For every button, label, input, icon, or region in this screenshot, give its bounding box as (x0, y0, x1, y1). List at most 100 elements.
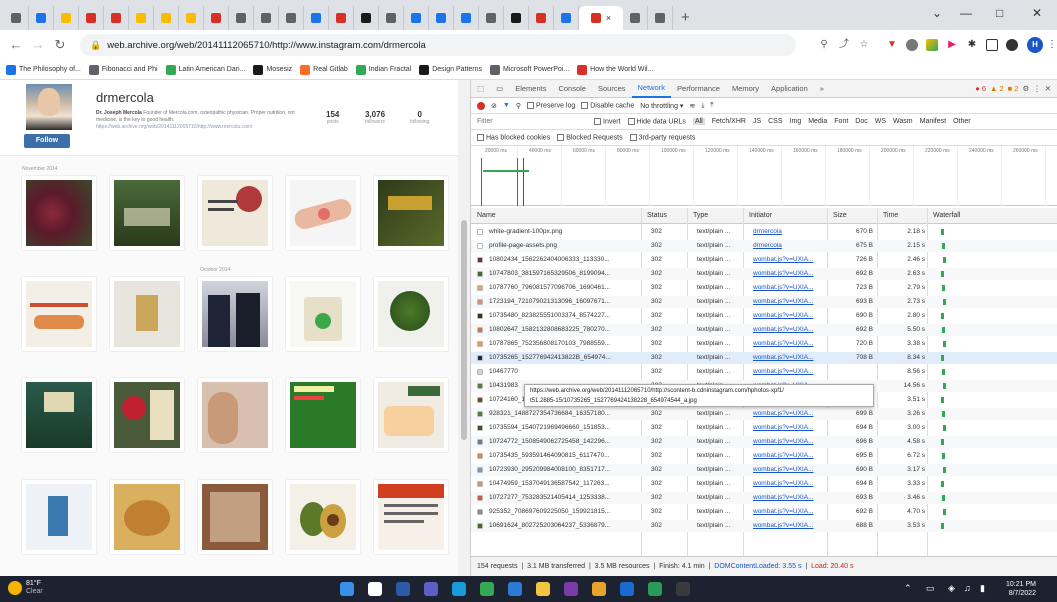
photo-tile[interactable] (286, 480, 360, 554)
table-row[interactable]: 10723930_295209984008100_8351717... 302 te… (471, 464, 1057, 476)
browser-tab[interactable] (154, 6, 179, 30)
tab-search-icon[interactable]: ⌄ (932, 6, 942, 20)
photo-tile[interactable] (374, 378, 448, 452)
photo-tile[interactable] (198, 480, 272, 554)
table-row[interactable]: 10691624_802725203064237_5336879... 302 te… (471, 520, 1057, 532)
share-icon[interactable]: ⤴ (838, 39, 850, 51)
cell-initiator[interactable]: wombat.js?v=UXIA... (753, 436, 825, 448)
col-time[interactable]: Time (883, 208, 898, 224)
cell-initiator[interactable]: wombat.js?v=UXIA... (753, 254, 825, 266)
table-row[interactable]: 10467770 302 text/plain ... wombat.js?v=UXI… (471, 366, 1057, 378)
table-row[interactable]: 10735435_593591464090815_6117470... 302 te… (471, 450, 1057, 462)
photo-tile[interactable] (22, 277, 96, 351)
extension-red-icon[interactable]: ▼ (886, 39, 898, 51)
browser-tab[interactable] (454, 6, 479, 30)
extension-colorful-icon[interactable] (926, 39, 938, 51)
photo-tile[interactable] (110, 378, 184, 452)
battery-icon[interactable]: ▮ (980, 583, 985, 594)
volume-icon[interactable]: ♫ (964, 583, 971, 593)
search-icon[interactable]: ⚲ (516, 102, 521, 110)
taskbar-teams-icon[interactable] (424, 582, 438, 596)
browser-tab[interactable] (329, 6, 354, 30)
cell-initiator[interactable]: wombat.js?v=UXIA... (753, 282, 825, 294)
filter-funnel-icon[interactable]: ▼ (503, 102, 510, 109)
table-row[interactable]: 10735594_1540721969496660_151853... 302 te… (471, 422, 1057, 434)
photo-tile[interactable] (198, 277, 272, 351)
profile-avatar-button[interactable]: H (1027, 37, 1043, 53)
photo-tile[interactable] (22, 176, 96, 250)
taskbar-edge-icon[interactable] (452, 582, 466, 596)
table-row[interactable]: profile-page-assets.png 302 text/plain ...… (471, 240, 1057, 252)
bio-link[interactable]: https://web.archive.org/web/201411120657… (96, 124, 252, 130)
record-icon[interactable] (477, 101, 485, 110)
table-row[interactable]: 925352_708697609225050_159921815... 302 te… (471, 506, 1057, 518)
cell-initiator[interactable]: wombat.js?v=UXIA... (753, 450, 825, 462)
browser-tab[interactable] (254, 6, 279, 30)
type-filter-js[interactable]: JS (753, 118, 761, 125)
cell-initiator[interactable]: drmercola (753, 240, 825, 252)
bookmark-item[interactable]: Mosesiz (253, 64, 292, 75)
type-filter-all[interactable]: All (692, 118, 705, 125)
cell-initiator[interactable]: wombat.js?v=UXIA... (753, 408, 825, 420)
photo-tile[interactable] (374, 176, 448, 250)
preserve-log-checkbox[interactable]: Preserve log (526, 101, 575, 109)
new-tab-button[interactable]: + (681, 9, 690, 26)
browser-tab[interactable] (279, 6, 304, 30)
tray-chevron-icon[interactable]: ⌃ (904, 583, 912, 594)
bookmark-item[interactable]: Fibonacci and Phi (88, 64, 158, 75)
followers-stat[interactable]: 3,076 followers (365, 110, 385, 125)
cell-initiator[interactable]: wombat.js?v=UXIA... (753, 296, 825, 308)
cell-initiator[interactable]: wombat.js?v=UXIA... (753, 338, 825, 350)
bookmark-item[interactable]: Microsoft PowerPoi... (490, 64, 569, 75)
type-filter-media[interactable]: Media (808, 118, 827, 125)
export-har-icon[interactable]: ⤒ (710, 102, 713, 110)
bookmark-item[interactable]: How the World Wil... (577, 64, 653, 75)
tab-performance[interactable]: Performance (671, 80, 726, 98)
filter-input[interactable] (477, 115, 587, 128)
type-filter-wasm[interactable]: Wasm (893, 118, 913, 125)
settings-gear-icon[interactable]: ⚙ (1022, 84, 1029, 93)
menu-kebab-icon[interactable]: ⋮ (1046, 39, 1057, 51)
following-stat[interactable]: 0 following (410, 110, 429, 125)
taskbar-photos-icon[interactable] (648, 582, 662, 596)
tab-application[interactable]: Application (765, 80, 814, 98)
photo-tile[interactable] (110, 480, 184, 554)
browser-tab[interactable] (354, 6, 379, 30)
sidepanel-icon[interactable] (986, 39, 998, 51)
browser-tab[interactable] (554, 6, 579, 30)
type-filter-other[interactable]: Other (953, 118, 971, 125)
forward-button[interactable]: → (28, 37, 48, 52)
browser-tab[interactable] (429, 6, 454, 30)
weather-widget[interactable]: 81°F Clear (8, 580, 43, 596)
reload-button[interactable]: ↻ (50, 37, 70, 53)
more-tabs-button[interactable]: » (814, 80, 830, 98)
taskbar-store-icon[interactable] (508, 582, 522, 596)
browser-tab[interactable] (648, 6, 673, 30)
browser-tab[interactable] (129, 6, 154, 30)
import-har-icon[interactable]: ⤓ (701, 102, 704, 110)
cell-initiator[interactable]: wombat.js?v=UXIA... (753, 492, 825, 504)
follow-button[interactable]: Follow (24, 134, 70, 148)
table-row[interactable]: 1723194_721079021313096_16097671... 302 te… (471, 296, 1057, 308)
col-initiator[interactable]: Initiator (749, 208, 772, 224)
browser-tab[interactable] (179, 6, 204, 30)
zoom-icon[interactable]: ⚲ (818, 39, 830, 51)
browser-tab[interactable] (504, 6, 529, 30)
extension-pink-icon[interactable]: ▶ (946, 39, 958, 51)
minimize-icon[interactable]: — (960, 6, 972, 20)
cell-initiator[interactable]: wombat.js?v=UXIA... (753, 310, 825, 322)
photo-tile[interactable] (110, 277, 184, 351)
type-filter-ws[interactable]: WS (875, 118, 886, 125)
monitor-icon[interactable]: ▭ (926, 583, 935, 594)
table-row[interactable]: 10735480_823825551003374_8574227... 302 te… (471, 310, 1057, 322)
blocked-cookies-checkbox[interactable]: Has blocked cookies (477, 133, 550, 141)
disable-cache-checkbox[interactable]: Disable cache (581, 101, 634, 109)
browser-tab[interactable] (54, 6, 79, 30)
table-row[interactable]: 10787760_796081577096706_1690461... 302 te… (471, 282, 1057, 294)
photo-tile[interactable] (22, 378, 96, 452)
tab-sources[interactable]: Sources (592, 80, 632, 98)
type-filter-doc[interactable]: Doc (855, 118, 867, 125)
col-waterfall[interactable]: Waterfall (933, 208, 960, 224)
photo-tile[interactable] (22, 480, 96, 554)
type-filter-css[interactable]: CSS (768, 118, 782, 125)
